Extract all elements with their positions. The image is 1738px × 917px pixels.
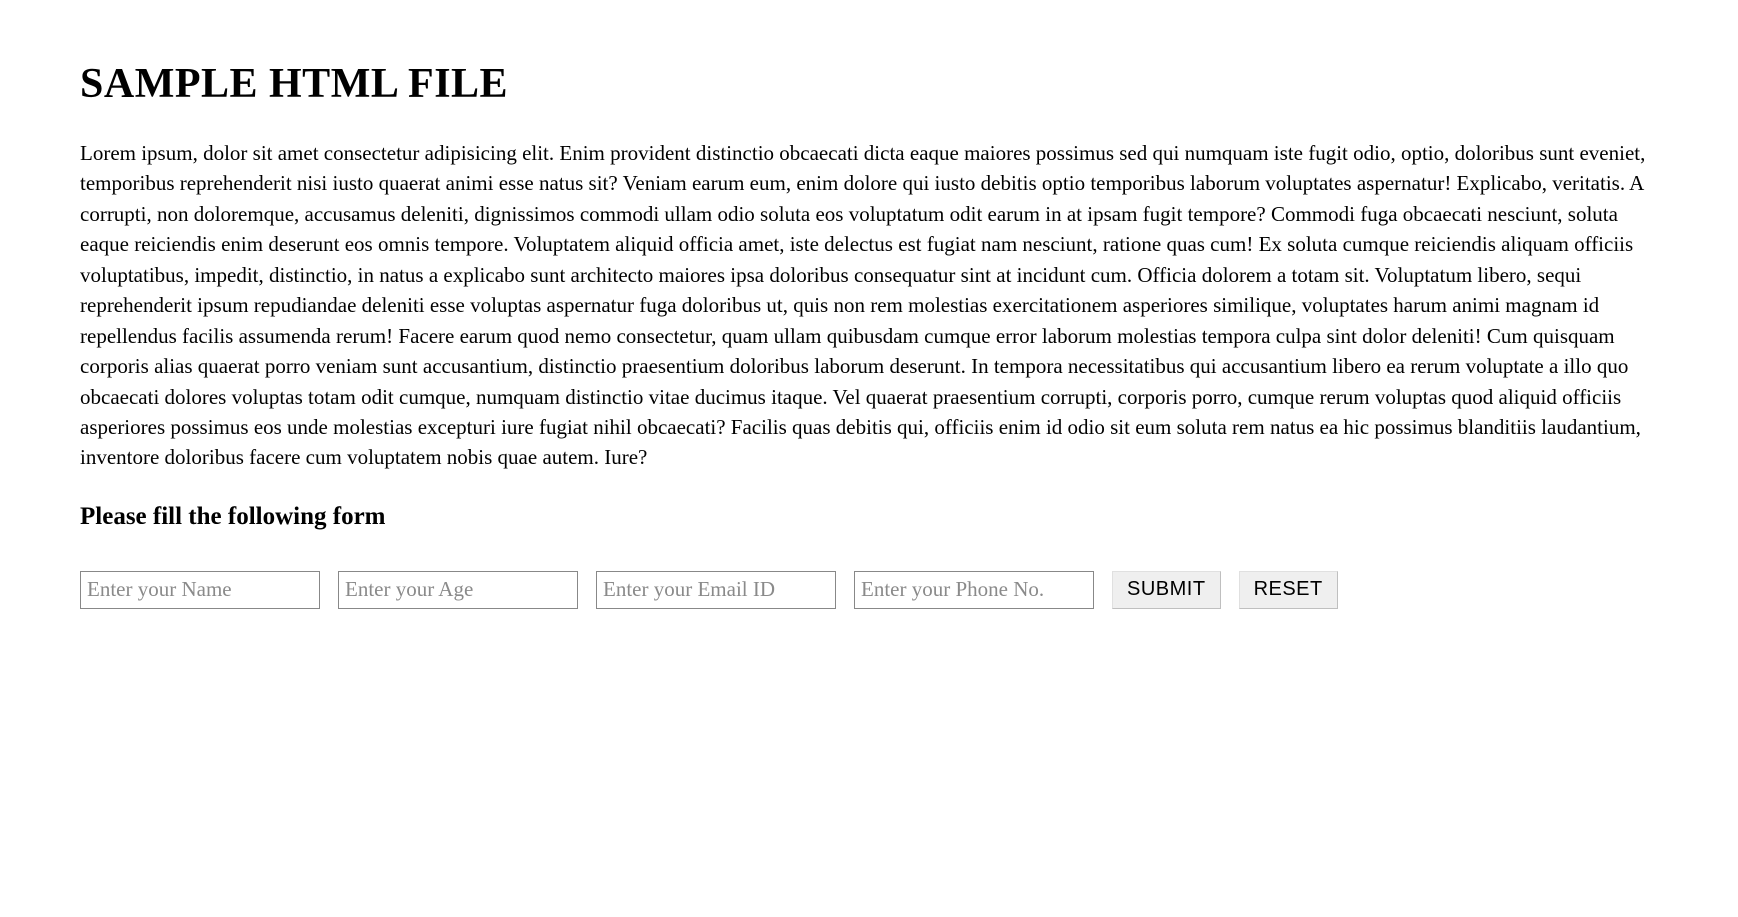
- reset-button[interactable]: RESET: [1239, 571, 1338, 609]
- submit-button[interactable]: SUBMIT: [1112, 571, 1221, 609]
- name-field[interactable]: [80, 571, 320, 609]
- form-row: SUBMIT RESET: [80, 571, 1658, 609]
- phone-field[interactable]: [854, 571, 1094, 609]
- form-heading: Please fill the following form: [80, 503, 1658, 531]
- page-title: SAMPLE HTML FILE: [80, 60, 1658, 108]
- email-field[interactable]: [596, 571, 836, 609]
- body-paragraph: Lorem ipsum, dolor sit amet consectetur …: [80, 138, 1658, 473]
- age-field[interactable]: [338, 571, 578, 609]
